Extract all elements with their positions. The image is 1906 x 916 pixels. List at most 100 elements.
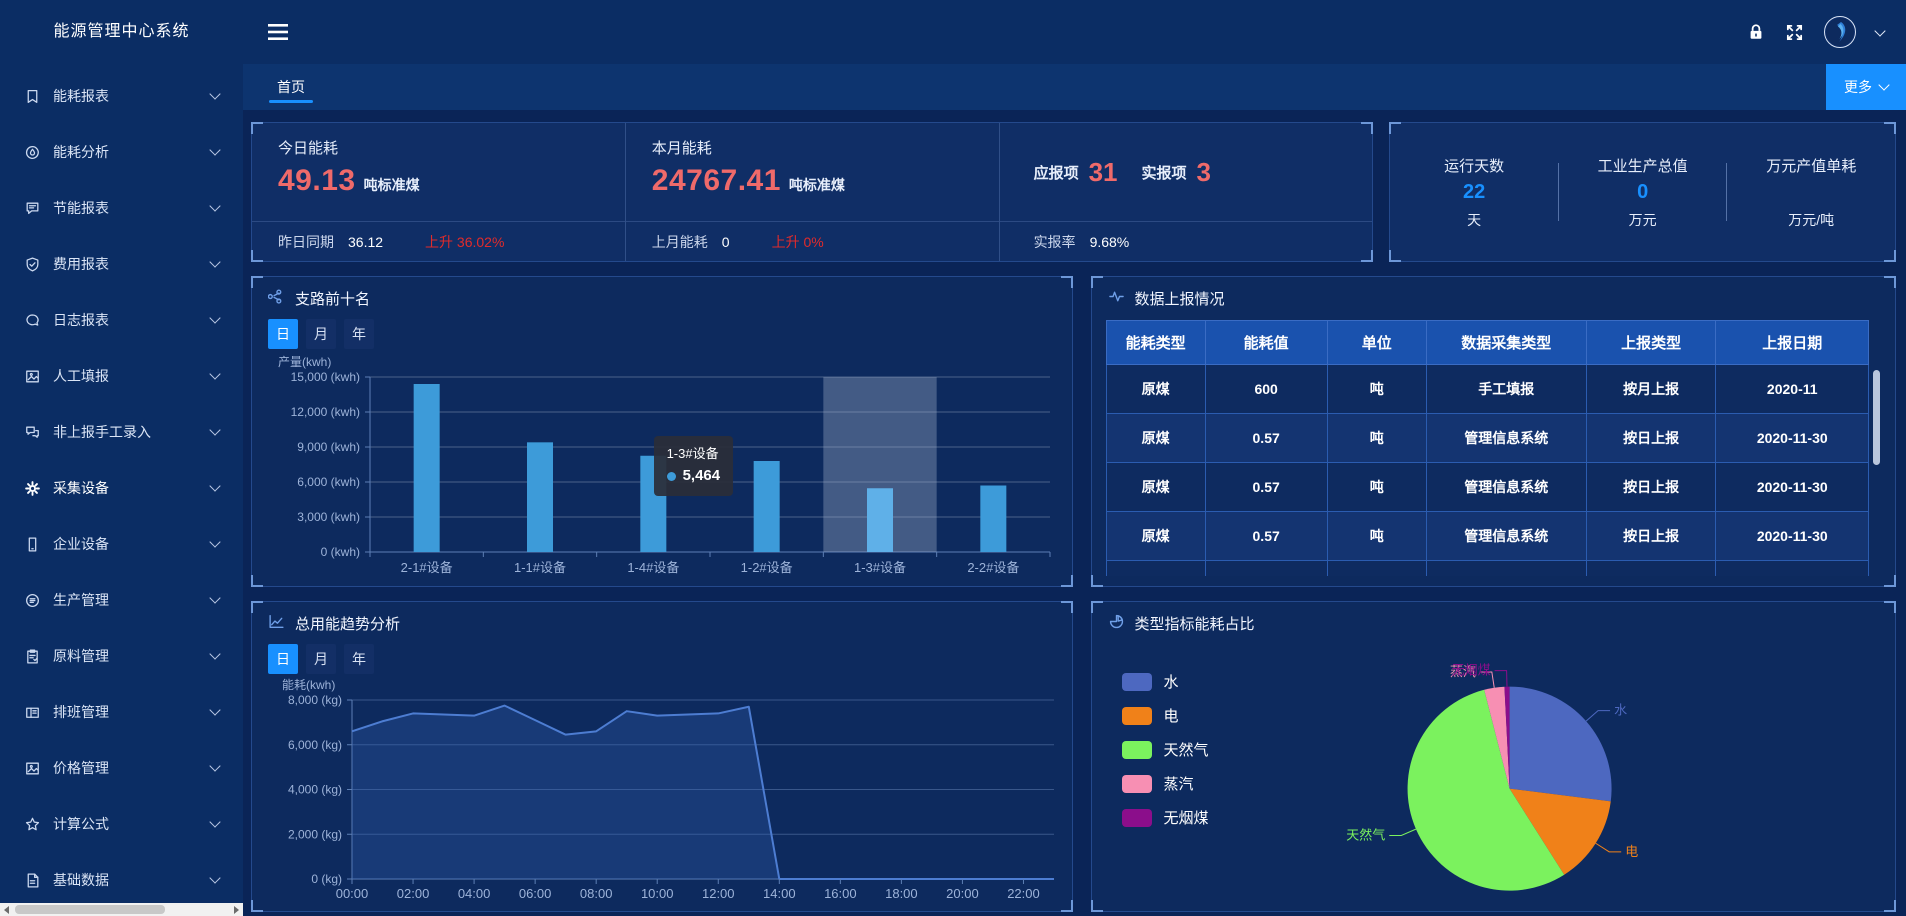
- svg-text:08:00: 08:00: [580, 886, 613, 901]
- legend-item-天然气[interactable]: 天然气: [1122, 739, 1209, 760]
- svg-text:8,000 (kg): 8,000 (kg): [288, 693, 342, 707]
- chevron-down-icon: [209, 760, 220, 771]
- period-tab-年[interactable]: 年: [344, 644, 374, 674]
- scroll-right-arrow-icon[interactable]: [230, 903, 243, 916]
- corner-accent: [1884, 575, 1896, 587]
- svg-text:12:00: 12:00: [702, 886, 735, 901]
- kpi-label: 本月能耗: [652, 137, 999, 158]
- period-tab-日[interactable]: 日: [268, 319, 298, 349]
- period-tab-月[interactable]: 月: [306, 644, 336, 674]
- document-icon: [24, 872, 41, 889]
- kpi-delta: 上升 0%: [772, 232, 824, 252]
- sidebar-item-日志报表[interactable]: 日志报表: [0, 292, 243, 348]
- sidebar-item-能耗报表[interactable]: 能耗报表: [0, 68, 243, 124]
- sidebar-item-费用报表[interactable]: 费用报表: [0, 236, 243, 292]
- user-menu-chevron-icon[interactable]: [1874, 25, 1885, 36]
- image-icon: [24, 368, 41, 385]
- table-row[interactable]: 原煤600吨手工填报按月上报2020-11: [1106, 365, 1868, 414]
- table-cell: 按日上报: [1586, 463, 1716, 512]
- sidebar-item-生产管理[interactable]: 生产管理: [0, 572, 243, 628]
- table-header-cell: 上报日期: [1716, 321, 1869, 365]
- table-row[interactable]: 原煤0.57吨管理信息系统按日上报2020-11-30: [1106, 463, 1868, 512]
- chevron-down-icon: [209, 88, 220, 99]
- fullscreen-icon[interactable]: [1785, 23, 1804, 42]
- menu-toggle-button[interactable]: [267, 22, 291, 42]
- period-tab-年[interactable]: 年: [344, 319, 374, 349]
- sidebar-item-节能报表[interactable]: 节能报表: [0, 180, 243, 236]
- line-chart[interactable]: 能耗(kwh)0 (kg)2,000 (kg)4,000 (kg)6,000 (…: [252, 676, 1072, 911]
- svg-text:18:00: 18:00: [885, 886, 918, 901]
- sidebar-item-价格管理[interactable]: 价格管理: [0, 740, 243, 796]
- table-row[interactable]: 原煤0.57吨管理信息系统按日上报2020-11-30: [1106, 414, 1868, 463]
- legend-item-电[interactable]: 电: [1122, 705, 1209, 726]
- table-cell: 管理信息系统: [1426, 512, 1586, 561]
- shield-check-icon: [22, 254, 42, 274]
- sidebar-item-能耗分析[interactable]: 能耗分析: [0, 124, 243, 180]
- period-tab-日[interactable]: 日: [268, 644, 298, 674]
- sidebar-item-人工填报[interactable]: 人工填报: [0, 348, 243, 404]
- kpi-card-month: 本月能耗 24767.41 吨标准煤 上月能耗 0 上升 0%: [625, 123, 999, 261]
- sidebar: 能源管理中心系统 能耗报表 能耗分析 节能报表 费用报表 日志报表: [0, 0, 243, 916]
- document-icon: [22, 870, 42, 890]
- sidebar-item-采集设备[interactable]: 采集设备: [0, 460, 243, 516]
- sidebar-item-计算公式[interactable]: 计算公式: [0, 796, 243, 852]
- pulse-icon: [1108, 288, 1125, 309]
- pie-chart[interactable]: 水 电 天然气 蒸汽 无烟煤 水电天然气蒸汽无烟煤: [1092, 639, 1895, 911]
- share-nodes-icon: [268, 288, 285, 309]
- period-tab-group: 日月年: [252, 639, 1072, 676]
- table-cell: 按日上报: [1586, 512, 1716, 561]
- legend-item-蒸汽[interactable]: 蒸汽: [1122, 773, 1209, 794]
- svg-text:2-2#设备: 2-2#设备: [967, 560, 1019, 575]
- corner-accent: [1884, 250, 1896, 262]
- panel-title: 类型指标能耗占比: [1092, 602, 1895, 639]
- table-row[interactable]: 原煤0.57吨管理信息系统按日上报2020-11-30: [1106, 512, 1868, 561]
- tab-home[interactable]: 首页: [265, 64, 317, 110]
- kpi-unit: 吨标准煤: [789, 175, 845, 195]
- svg-text:1-1#设备: 1-1#设备: [514, 560, 566, 575]
- period-tab-月[interactable]: 月: [306, 319, 336, 349]
- pie-slice-水[interactable]: [1509, 687, 1611, 802]
- svg-text:10:00: 10:00: [641, 886, 674, 901]
- sidebar-item-企业设备[interactable]: 企业设备: [0, 516, 243, 572]
- sidebar-item-基础数据[interactable]: 基础数据: [0, 852, 243, 908]
- sidebar-menu: 能耗报表 能耗分析 节能报表 费用报表 日志报表 人工填报: [0, 64, 243, 908]
- panel-title: 总用能趋势分析: [252, 602, 1072, 639]
- kpi-sub-label: 昨日同期: [278, 232, 334, 252]
- main-area: 首页 更多 今日能耗 49.13 吨标准煤: [243, 0, 1906, 916]
- star-icon: [24, 816, 41, 833]
- legend-item-无烟煤[interactable]: 无烟煤: [1122, 807, 1209, 828]
- svg-text:02:00: 02:00: [397, 886, 430, 901]
- table-scrollbar-thumb[interactable]: [1873, 370, 1880, 465]
- lock-icon[interactable]: [1747, 23, 1765, 41]
- scroll-left-arrow-icon[interactable]: [0, 903, 13, 916]
- picture-icon: [24, 760, 41, 777]
- chevron-down-icon: [209, 592, 220, 603]
- top-branches-panel: 支路前十名 日月年 产量(kwh)0 (kwh)3,000 (kwh)6,000…: [251, 276, 1073, 587]
- tab-bar: 首页 更多: [243, 64, 1906, 110]
- more-button[interactable]: 更多: [1826, 64, 1906, 110]
- table-row[interactable]: 原煤0.57吨管理信息系统按日上报2020-11-30: [1106, 561, 1868, 577]
- svg-text:6,000 (kg): 6,000 (kg): [288, 738, 342, 752]
- table-cell: 按月上报: [1586, 365, 1716, 414]
- energy-type-pie-panel: 类型指标能耗占比 水 电 天然气 蒸汽 无烟煤 水电天然气蒸汽无烟煤: [1091, 601, 1896, 912]
- kpi-value: 49.13: [278, 164, 356, 198]
- image-icon: [22, 366, 42, 386]
- top-header: [243, 0, 1906, 64]
- table-cell: 原煤: [1106, 512, 1205, 561]
- chevron-down-icon: [209, 480, 220, 491]
- sidebar-item-原料管理[interactable]: 原料管理: [0, 628, 243, 684]
- legend-item-水[interactable]: 水: [1122, 671, 1209, 692]
- panel-title: 数据上报情况: [1092, 277, 1895, 314]
- chevron-down-icon: [209, 256, 220, 267]
- line-chart-icon: [268, 613, 285, 634]
- clipboard-icon: [22, 646, 42, 666]
- svg-text:14:00: 14:00: [763, 886, 796, 901]
- table-header-cell: 能耗值: [1205, 321, 1327, 365]
- line-chart-icon: [268, 613, 285, 630]
- sidebar-item-非上报手工录入[interactable]: 非上报手工录入: [0, 404, 243, 460]
- avatar[interactable]: [1824, 16, 1856, 48]
- bar-chart[interactable]: 产量(kwh)0 (kwh)3,000 (kwh)6,000 (kwh)9,00…: [252, 351, 1072, 586]
- sidebar-item-排班管理[interactable]: 排班管理: [0, 684, 243, 740]
- sidebar-horizontal-scrollbar[interactable]: [0, 903, 243, 916]
- scrollbar-thumb[interactable]: [15, 905, 165, 914]
